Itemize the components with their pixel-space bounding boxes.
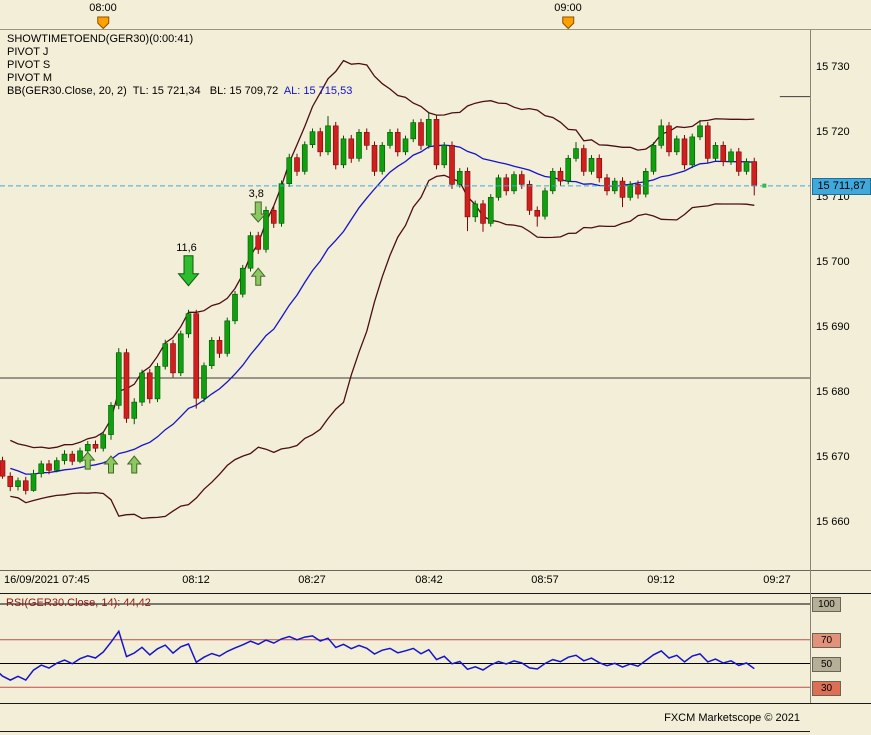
time-tick-label: 08:57 xyxy=(531,574,559,586)
hour-label: 09:00 xyxy=(554,2,582,14)
indicator-legend: SHOWTIMETOEND(GER30)(0:00:41) PIVOT J PI… xyxy=(7,33,352,98)
bollinger-middle-band xyxy=(10,144,755,475)
time-axis[interactable]: 16/09/2021 07:45 08:12 08:27 08:42 08:57… xyxy=(0,571,811,593)
down-arrow-marker xyxy=(250,201,267,223)
rsi-level-badge: 30 xyxy=(812,681,841,696)
time-tick-label: 08:12 xyxy=(182,574,210,586)
hour-marker-icon xyxy=(562,16,575,30)
price-tick-label: 15 660 xyxy=(816,516,850,528)
rsi-axis[interactable]: 100 70 50 30 xyxy=(811,593,871,705)
down-arrow-marker xyxy=(177,255,200,287)
hour-label: 08:00 xyxy=(89,2,117,14)
arrow-label: 11,6 xyxy=(176,242,197,254)
bollinger-lower-band xyxy=(10,174,755,520)
legend-bollinger: BB(GER30.Close, 20, 2) TL: 15 721,34 BL:… xyxy=(7,85,352,98)
time-tick-label: 09:12 xyxy=(647,574,675,586)
time-tick-label: 08:42 xyxy=(415,574,443,586)
hour-marker-icon xyxy=(97,16,110,30)
price-tick-label: 15 680 xyxy=(816,386,850,398)
rsi-level-badge: 70 xyxy=(812,633,841,648)
price-axis[interactable]: 15 730 15 720 15 710 15 700 15 690 15 68… xyxy=(811,0,871,570)
legend-bb-al: AL: 15 715,53 xyxy=(283,85,353,97)
up-arrow-marker xyxy=(250,267,266,286)
rsi-level-badge: 100 xyxy=(812,597,841,612)
time-tick-label: 09:27 xyxy=(763,574,791,586)
candles-layer xyxy=(0,112,758,495)
bollinger-upper-band xyxy=(10,59,755,449)
arrow-label: 3,8 xyxy=(249,188,264,200)
chart-window: 11,6 3,8 08:00 09:00 SHOWTIMETOEND(GER30)… xyxy=(0,0,871,735)
price-tick-label: 15 670 xyxy=(816,451,850,463)
time-tick-label: 16/09/2021 07:45 xyxy=(4,574,90,586)
legend-pivot-m: PIVOT M xyxy=(7,72,53,84)
legend-showtime: SHOWTIMETOEND(GER30)(0:00:41) xyxy=(7,33,194,45)
rsi-legend: RSI(GER30.Close, 14): 44,42 xyxy=(6,597,151,609)
price-tick-label: 15 720 xyxy=(816,126,850,138)
price-tick-label: 15 690 xyxy=(816,321,850,333)
up-arrow-marker xyxy=(103,455,119,474)
current-price-badge: 15 711,87 xyxy=(812,178,871,195)
copyright-label: FXCM Marketscope © 2021 xyxy=(664,712,800,724)
rsi-line xyxy=(0,629,755,682)
legend-pivot-j: PIVOT J xyxy=(7,46,49,58)
up-arrow-marker xyxy=(126,455,142,474)
legend-bb-main: BB(GER30.Close, 20, 2) TL: 15 721,34 BL:… xyxy=(7,85,284,97)
rsi-level-badge: 50 xyxy=(812,657,841,672)
time-tick-label: 08:27 xyxy=(298,574,326,586)
price-tick-label: 15 700 xyxy=(816,256,850,268)
legend-pivot-s: PIVOT S xyxy=(7,59,51,71)
chart-canvas[interactable]: 11,6 3,8 xyxy=(0,0,871,735)
price-tick-label: 15 730 xyxy=(816,61,850,73)
